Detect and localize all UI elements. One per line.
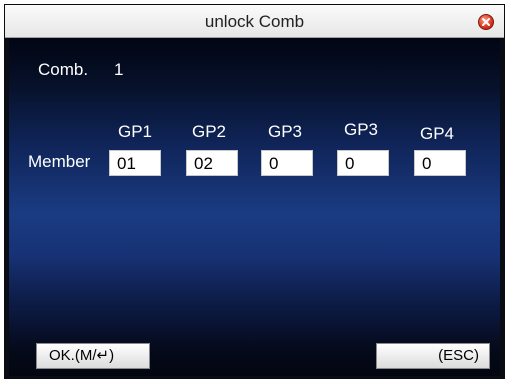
esc-button[interactable]: (ESC) (376, 343, 490, 369)
window-title: unlock Comb (204, 12, 305, 31)
ok-button[interactable]: OK.(M/↵) (36, 343, 150, 369)
member-label: Member (28, 152, 91, 171)
gp4-field[interactable]: 0 (414, 150, 466, 176)
content-panel (9, 38, 500, 376)
gp1-header: GP1 (118, 122, 153, 141)
gp3-header: GP3 (268, 122, 303, 141)
gp1-field[interactable]: 01 (109, 150, 161, 176)
comb-label: Comb. (38, 60, 89, 79)
gp2-field[interactable]: 02 (186, 150, 238, 176)
gp4-header: GP4 (420, 124, 455, 143)
gp3b-header: GP3 (344, 120, 379, 139)
close-icon[interactable] (478, 14, 494, 30)
gp3b-field[interactable]: 0 (337, 150, 389, 176)
comb-value: 1 (114, 60, 124, 79)
gp3-field[interactable]: 0 (261, 150, 313, 176)
title-bar: unlock Comb (5, 5, 504, 38)
gp2-header: GP2 (192, 122, 227, 141)
